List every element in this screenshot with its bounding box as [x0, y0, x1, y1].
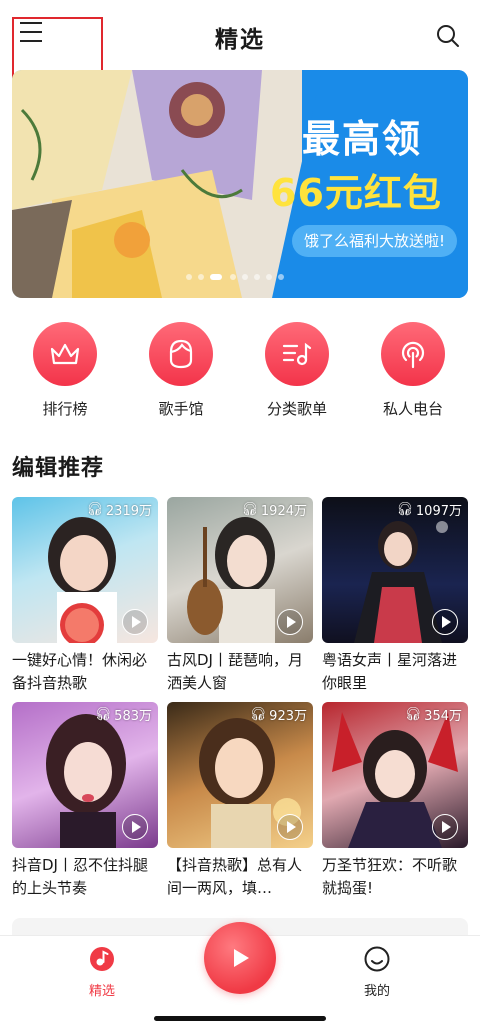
play-icon[interactable]: [432, 814, 458, 840]
radio-icon: [381, 322, 445, 386]
play-count-value: 923万: [269, 709, 307, 724]
play-icon[interactable]: [432, 609, 458, 635]
play-count-value: 583万: [114, 709, 152, 724]
playlist-title: 【抖音热歌】总有人间一两风，填…: [167, 856, 303, 897]
playlist-title: 抖音DJ丨忍不住抖腿的上头节奏: [12, 856, 148, 897]
play-count: 🎧︎ 1924万: [241, 500, 307, 519]
music-note-tab-icon: [90, 947, 114, 971]
top-bar: 精选: [0, 0, 480, 85]
banner-cake-image: [12, 70, 302, 298]
quick-action-label: 私人电台: [382, 400, 443, 418]
crown-icon: [33, 322, 97, 386]
tab-mine-label: 我的: [363, 984, 390, 999]
play-icon[interactable]: [122, 814, 148, 840]
playlist-title: 万圣节狂欢：不听歌就捣蛋!: [322, 856, 458, 897]
page-title: 精选: [215, 27, 265, 53]
playlist-card[interactable]: 🎧︎ 1097万 粤语女声丨星河落进你眼里: [322, 497, 468, 695]
banner-amount: 66元红包: [270, 171, 442, 215]
play-count: 🎧︎ 923万: [250, 705, 307, 724]
quick-action-charts[interactable]: 排行榜: [25, 322, 105, 419]
playlist-cover: 🎧︎ 354万: [322, 702, 468, 848]
playlist-card[interactable]: 🎧︎ 923万 【抖音热歌】总有人间一两风，填…: [167, 702, 313, 900]
headphones-icon: 🎧︎: [404, 707, 422, 722]
headphones-icon: 🎧︎: [249, 707, 267, 722]
play-pause-button[interactable]: [204, 922, 276, 994]
playlist-cover: 🎧︎ 1924万: [167, 497, 313, 643]
quick-action-singers[interactable]: 歌手馆: [141, 322, 221, 419]
play-icon: [234, 949, 249, 967]
playlist-card[interactable]: 🎧︎ 2319万 一键好心情！休闲必备抖音热歌: [12, 497, 158, 695]
play-count-value: 1924万: [260, 504, 307, 519]
singer-face-icon: [149, 322, 213, 386]
tab-featured[interactable]: 精选: [62, 946, 142, 999]
home-indicator[interactable]: [154, 1016, 326, 1021]
play-count: 🎧︎ 354万: [405, 705, 462, 724]
playlist-title: 一键好心情！休闲必备抖音热歌: [12, 651, 148, 692]
play-count: 🎧︎ 1097万: [396, 500, 462, 519]
headphones-icon: 🎧︎: [396, 502, 413, 517]
playlist-cover: 🎧︎ 583万: [12, 702, 158, 848]
playlist-cover: 🎧︎ 2319万: [12, 497, 158, 643]
playlist-card[interactable]: 🎧︎ 583万 抖音DJ丨忍不住抖腿的上头节奏: [12, 702, 158, 900]
headphones-icon: 🎧︎: [94, 707, 112, 722]
play-icon[interactable]: [277, 609, 303, 635]
search-icon[interactable]: [436, 24, 460, 48]
tab-mine[interactable]: 我的: [337, 946, 417, 999]
play-icon[interactable]: [122, 609, 148, 635]
playlist-card[interactable]: 🎧︎ 1924万 古风DJ丨琵琶响，月洒美人窗: [167, 497, 313, 695]
playlist-cover: 🎧︎ 923万: [167, 702, 313, 848]
bottom-tab-bar: 精选 我的: [0, 922, 480, 1027]
quick-action-categories[interactable]: 分类歌单: [257, 322, 337, 419]
playlist-cover: 🎧︎ 1097万: [322, 497, 468, 643]
promo-banner[interactable]: 最高领 66元红包 饿了么福利大放送啦!: [12, 70, 468, 298]
headphones-icon: 🎧︎: [86, 502, 103, 517]
banner-subtitle-pill: 饿了么福利大放送啦!: [292, 225, 458, 257]
play-count: 🎧︎ 2319万: [86, 500, 152, 519]
play-count-value: 2319万: [105, 504, 152, 519]
section-title: 编辑推荐: [12, 456, 105, 481]
headphones-icon: 🎧︎: [241, 502, 258, 517]
play-count-value: 354万: [424, 709, 462, 724]
quick-action-label: 排行榜: [42, 400, 88, 418]
playlist-card[interactable]: 🎧︎ 354万 万圣节狂欢：不听歌就捣蛋!: [322, 702, 468, 900]
play-icon[interactable]: [277, 814, 303, 840]
play-count: 🎧︎ 583万: [95, 705, 152, 724]
banner-pagination[interactable]: [186, 274, 306, 282]
playlist-title: 粤语女声丨星河落进你眼里: [322, 651, 458, 692]
quick-action-label: 歌手馆: [158, 400, 204, 418]
tab-featured-label: 精选: [88, 984, 115, 999]
playlist-icon: [265, 322, 329, 386]
smile-tab-icon: [364, 946, 390, 972]
banner-headline: 最高领: [302, 117, 423, 161]
play-count-value: 1097万: [415, 504, 462, 519]
quick-action-radio[interactable]: 私人电台: [373, 322, 453, 419]
quick-action-label: 分类歌单: [266, 400, 327, 418]
playlist-title: 古风DJ丨琵琶响，月洒美人窗: [167, 651, 303, 692]
